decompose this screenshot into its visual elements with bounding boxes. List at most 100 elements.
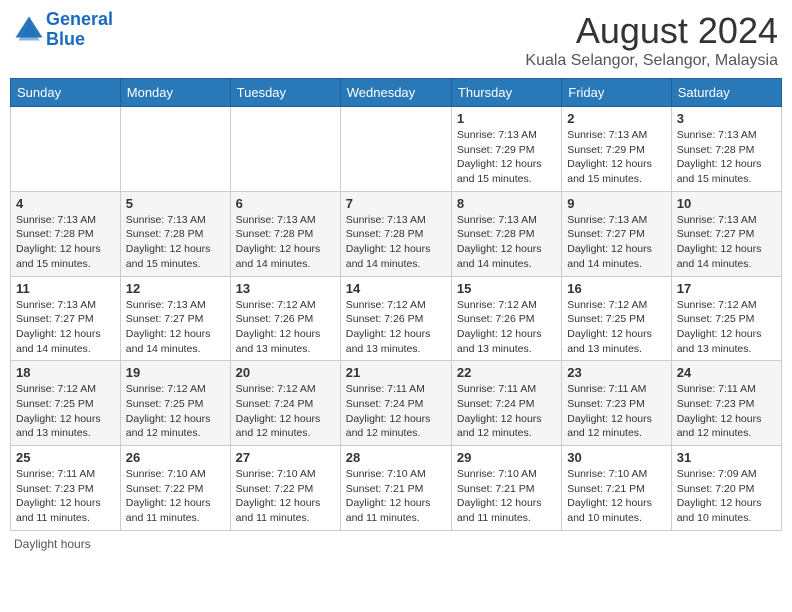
- calendar-cell: 20 Sunrise: 7:12 AMSunset: 7:24 PMDayligh…: [230, 361, 340, 446]
- day-info: Sunrise: 7:12 AMSunset: 7:25 PMDaylight:…: [677, 298, 776, 357]
- day-number: 28: [346, 450, 446, 465]
- day-number: 14: [346, 281, 446, 296]
- day-number: 5: [126, 196, 225, 211]
- calendar-cell: 21 Sunrise: 7:11 AMSunset: 7:24 PMDayligh…: [340, 361, 451, 446]
- calendar-cell: 19 Sunrise: 7:12 AMSunset: 7:25 PMDayligh…: [120, 361, 230, 446]
- calendar-cell: 23Sunrise: 7:11 AMSunset: 7:23 PMDayligh…: [562, 361, 671, 446]
- calendar-cell: 4 Sunrise: 7:13 AMSunset: 7:28 PMDaylight…: [11, 191, 121, 276]
- calendar-cell: 31 Sunrise: 7:09 AMSunset: 7:20 PMDayligh…: [671, 446, 781, 531]
- day-number: 17: [677, 281, 776, 296]
- calendar-cell: 12 Sunrise: 7:13 AMSunset: 7:27 PMDayligh…: [120, 276, 230, 361]
- footer: Daylight hours: [10, 537, 782, 551]
- calendar-cell: 15Sunrise: 7:12 AMSunset: 7:26 PMDayligh…: [451, 276, 561, 361]
- calendar-week-row: 25 Sunrise: 7:11 AMSunset: 7:23 PMDayligh…: [11, 446, 782, 531]
- day-info: Sunrise: 7:12 AMSunset: 7:25 PMDaylight:…: [126, 382, 225, 441]
- day-info: Sunrise: 7:12 AMSunset: 7:25 PMDaylight:…: [16, 382, 115, 441]
- calendar-cell: 22 Sunrise: 7:11 AMSunset: 7:24 PMDayligh…: [451, 361, 561, 446]
- day-number: 31: [677, 450, 776, 465]
- day-number: 20: [236, 365, 335, 380]
- day-number: 15: [457, 281, 556, 296]
- day-info: Sunrise: 7:12 AMSunset: 7:24 PMDaylight:…: [236, 382, 335, 441]
- day-info: Sunrise: 7:10 AMSunset: 7:21 PMDaylight:…: [567, 467, 665, 526]
- calendar-week-row: 11 Sunrise: 7:13 AMSunset: 7:27 PMDayligh…: [11, 276, 782, 361]
- calendar-day-header: Sunday: [11, 79, 121, 107]
- calendar-cell: 6 Sunrise: 7:13 AMSunset: 7:28 PMDaylight…: [230, 191, 340, 276]
- calendar-day-header: Friday: [562, 79, 671, 107]
- day-number: 2: [567, 111, 665, 126]
- day-number: 10: [677, 196, 776, 211]
- day-number: 3: [677, 111, 776, 126]
- day-number: 11: [16, 281, 115, 296]
- calendar-day-header: Tuesday: [230, 79, 340, 107]
- logo-line2: Blue: [46, 29, 85, 49]
- title-block: August 2024 Kuala Selangor, Selangor, Ma…: [525, 10, 778, 70]
- day-info: Sunrise: 7:11 AMSunset: 7:23 PMDaylight:…: [677, 382, 776, 441]
- calendar-cell: 25 Sunrise: 7:11 AMSunset: 7:23 PMDayligh…: [11, 446, 121, 531]
- calendar-week-row: 4 Sunrise: 7:13 AMSunset: 7:28 PMDaylight…: [11, 191, 782, 276]
- calendar-cell: 29 Sunrise: 7:10 AMSunset: 7:21 PMDayligh…: [451, 446, 561, 531]
- day-number: 12: [126, 281, 225, 296]
- day-info: Sunrise: 7:13 AMSunset: 7:27 PMDaylight:…: [16, 298, 115, 357]
- calendar-cell: 8Sunrise: 7:13 AMSunset: 7:28 PMDaylight…: [451, 191, 561, 276]
- calendar-cell: 7 Sunrise: 7:13 AMSunset: 7:28 PMDaylight…: [340, 191, 451, 276]
- day-info: Sunrise: 7:12 AMSunset: 7:25 PMDaylight:…: [567, 298, 665, 357]
- calendar-cell: 26 Sunrise: 7:10 AMSunset: 7:22 PMDayligh…: [120, 446, 230, 531]
- day-info: Sunrise: 7:13 AMSunset: 7:27 PMDaylight:…: [567, 213, 665, 272]
- calendar-cell: 11 Sunrise: 7:13 AMSunset: 7:27 PMDayligh…: [11, 276, 121, 361]
- calendar-cell: 1Sunrise: 7:13 AMSunset: 7:29 PMDaylight…: [451, 107, 561, 192]
- day-info: Sunrise: 7:13 AMSunset: 7:28 PMDaylight:…: [126, 213, 225, 272]
- daylight-label: Daylight hours: [14, 537, 91, 551]
- calendar-cell: 24 Sunrise: 7:11 AMSunset: 7:23 PMDayligh…: [671, 361, 781, 446]
- day-info: Sunrise: 7:13 AMSunset: 7:28 PMDaylight:…: [236, 213, 335, 272]
- day-number: 30: [567, 450, 665, 465]
- calendar-cell: 9 Sunrise: 7:13 AMSunset: 7:27 PMDaylight…: [562, 191, 671, 276]
- subtitle: Kuala Selangor, Selangor, Malaysia: [525, 52, 778, 70]
- calendar-day-header: Thursday: [451, 79, 561, 107]
- calendar-cell: 13Sunrise: 7:12 AMSunset: 7:26 PMDayligh…: [230, 276, 340, 361]
- calendar-cell: [11, 107, 121, 192]
- day-number: 22: [457, 365, 556, 380]
- main-title: August 2024: [525, 10, 778, 52]
- day-number: 29: [457, 450, 556, 465]
- day-number: 6: [236, 196, 335, 211]
- day-number: 19: [126, 365, 225, 380]
- day-info: Sunrise: 7:11 AMSunset: 7:23 PMDaylight:…: [16, 467, 115, 526]
- logo-line1: General: [46, 9, 113, 29]
- day-info: Sunrise: 7:11 AMSunset: 7:24 PMDaylight:…: [346, 382, 446, 441]
- day-info: Sunrise: 7:12 AMSunset: 7:26 PMDaylight:…: [346, 298, 446, 357]
- day-info: Sunrise: 7:13 AMSunset: 7:27 PMDaylight:…: [126, 298, 225, 357]
- day-info: Sunrise: 7:11 AMSunset: 7:24 PMDaylight:…: [457, 382, 556, 441]
- day-info: Sunrise: 7:10 AMSunset: 7:22 PMDaylight:…: [126, 467, 225, 526]
- day-number: 13: [236, 281, 335, 296]
- day-info: Sunrise: 7:13 AMSunset: 7:27 PMDaylight:…: [677, 213, 776, 272]
- day-info: Sunrise: 7:10 AMSunset: 7:21 PMDaylight:…: [346, 467, 446, 526]
- day-number: 27: [236, 450, 335, 465]
- calendar-day-header: Monday: [120, 79, 230, 107]
- day-info: Sunrise: 7:10 AMSunset: 7:21 PMDaylight:…: [457, 467, 556, 526]
- day-number: 21: [346, 365, 446, 380]
- day-info: Sunrise: 7:13 AMSunset: 7:28 PMDaylight:…: [16, 213, 115, 272]
- day-number: 18: [16, 365, 115, 380]
- day-number: 25: [16, 450, 115, 465]
- day-number: 24: [677, 365, 776, 380]
- day-info: Sunrise: 7:09 AMSunset: 7:20 PMDaylight:…: [677, 467, 776, 526]
- day-info: Sunrise: 7:13 AMSunset: 7:28 PMDaylight:…: [677, 128, 776, 187]
- calendar-table: SundayMondayTuesdayWednesdayThursdayFrid…: [10, 78, 782, 531]
- calendar-week-row: 1 Sunrise: 7:13 AMSunset: 7:29 PMDaylight…: [11, 107, 782, 192]
- day-info: Sunrise: 7:13 AMSunset: 7:29 PMDaylight:…: [567, 128, 665, 187]
- day-number: 4: [16, 196, 115, 211]
- calendar-cell: 16Sunrise: 7:12 AMSunset: 7:25 PMDayligh…: [562, 276, 671, 361]
- day-number: 1: [457, 111, 556, 126]
- calendar-cell: 27Sunrise: 7:10 AMSunset: 7:22 PMDayligh…: [230, 446, 340, 531]
- day-info: Sunrise: 7:13 AMSunset: 7:28 PMDaylight:…: [346, 213, 446, 272]
- day-number: 9: [567, 196, 665, 211]
- calendar-cell: [340, 107, 451, 192]
- calendar-week-row: 18 Sunrise: 7:12 AMSunset: 7:25 PMDayligh…: [11, 361, 782, 446]
- calendar-header-row: SundayMondayTuesdayWednesdayThursdayFrid…: [11, 79, 782, 107]
- calendar-cell: 10 Sunrise: 7:13 AMSunset: 7:27 PMDayligh…: [671, 191, 781, 276]
- calendar-day-header: Saturday: [671, 79, 781, 107]
- day-number: 8: [457, 196, 556, 211]
- day-number: 26: [126, 450, 225, 465]
- day-number: 7: [346, 196, 446, 211]
- logo-text: General Blue: [46, 10, 113, 50]
